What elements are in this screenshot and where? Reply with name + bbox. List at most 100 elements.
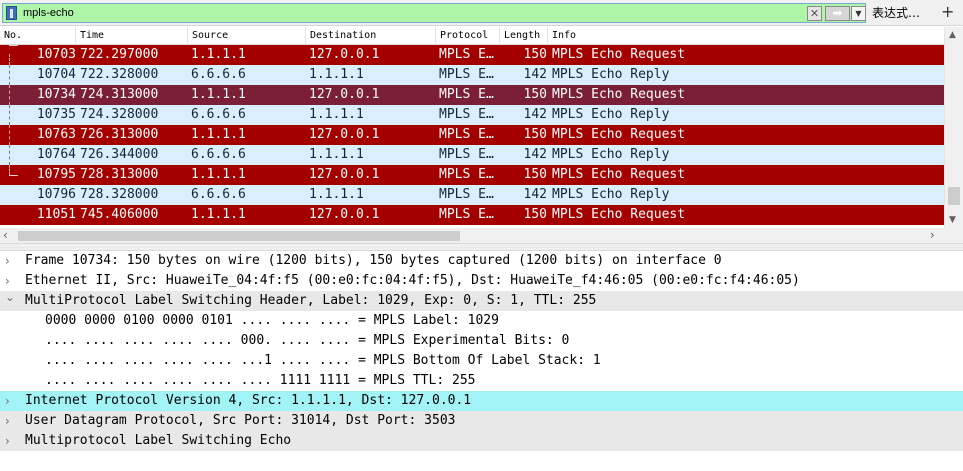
column-header-info[interactable]: Info <box>548 27 944 45</box>
packet-destination: 1.1.1.1 <box>309 187 364 202</box>
packet-list-horizontal-scrollbar[interactable]: ‹ › <box>0 228 944 243</box>
packet-protocol: MPLS E… <box>439 47 494 62</box>
packet-info: MPLS Echo Request <box>552 127 686 142</box>
chevron-down-icon[interactable]: ⌄ <box>5 291 15 311</box>
packet-row[interactable]: 10704 722.328000 6.6.6.6 1.1.1.1 MPLS E… 142 M… <box>0 65 944 85</box>
splitter-grip <box>0 247 963 248</box>
detail-protocol-row[interactable]: › Ethernet II, Src: HuaweiTe_04:4f:f5 (00… <box>0 271 963 291</box>
detail-field-row[interactable]: .... .... .... .... .... .... 1111 1111 … <box>0 371 963 391</box>
horizontal-scroll-thumb[interactable] <box>18 231 460 241</box>
packet-destination: 127.0.0.1 <box>309 87 380 102</box>
packet-source: 1.1.1.1 <box>191 207 246 222</box>
packet-destination: 127.0.0.1 <box>309 167 380 182</box>
packet-row[interactable]: 10795 728.313000 1.1.1.1 127.0.0.1 MPLS E… 15… <box>0 165 944 185</box>
display-filter-box: ✕ ➡ ▼ <box>2 3 866 23</box>
scroll-up-icon[interactable]: ▲ <box>949 30 956 40</box>
scroll-right-icon[interactable]: › <box>930 228 935 242</box>
conversation-tree-line <box>9 85 10 105</box>
packet-number: 10795 <box>36 167 76 182</box>
packet-source: 1.1.1.1 <box>191 87 246 102</box>
detail-protocol-row[interactable]: › Internet Protocol Version 4, Src: 1.1.1… <box>0 391 963 411</box>
packet-source: 6.6.6.6 <box>191 107 246 122</box>
detail-text: .... .... .... .... .... .... 1111 1111 … <box>45 373 476 388</box>
chevron-right-icon[interactable]: › <box>5 391 10 411</box>
expression-button[interactable]: 表达式… <box>872 4 920 21</box>
recent-filters-dropdown[interactable]: ▼ <box>851 6 866 21</box>
packet-row[interactable]: 10764 726.344000 6.6.6.6 1.1.1.1 MPLS E… 142 M… <box>0 145 944 165</box>
add-filter-button[interactable]: + <box>941 2 954 21</box>
packet-destination: 1.1.1.1 <box>309 67 364 82</box>
column-header-no[interactable]: No. <box>0 27 76 45</box>
detail-field-row[interactable]: .... .... .... .... .... ...1 .... .... … <box>0 351 963 371</box>
chevron-right-icon[interactable]: › <box>5 251 10 271</box>
detail-protocol-row[interactable]: ⌄ MultiProtocol Label Switching Header, L… <box>0 291 963 311</box>
vertical-scroll-thumb[interactable] <box>948 187 960 205</box>
apply-filter-button[interactable]: ➡ <box>825 6 850 21</box>
packet-source: 1.1.1.1 <box>191 127 246 142</box>
packet-protocol: MPLS E… <box>439 147 494 162</box>
packet-time: 724.328000 <box>80 107 159 122</box>
detail-protocol-row[interactable]: › Multiprotocol Label Switching Echo <box>0 431 963 451</box>
scroll-left-icon[interactable]: ‹ <box>3 228 8 242</box>
packet-source: 1.1.1.1 <box>191 167 246 182</box>
chevron-right-icon[interactable]: › <box>5 271 10 291</box>
detail-protocol-row[interactable]: › User Datagram Protocol, Src Port: 31014… <box>0 411 963 431</box>
packet-length: 150 <box>523 127 547 142</box>
packet-length: 142 <box>523 187 547 202</box>
detail-protocol-row[interactable]: › Frame 10734: 150 bytes on wire (1200 bi… <box>0 251 963 271</box>
column-header-length[interactable]: Length <box>500 27 548 45</box>
column-header-time[interactable]: Time <box>76 27 188 45</box>
packet-number: 10704 <box>36 67 76 82</box>
packet-length: 142 <box>523 147 547 162</box>
packet-details-tree: › Frame 10734: 150 bytes on wire (1200 bi… <box>0 251 963 471</box>
packet-time: 745.406000 <box>80 207 159 222</box>
scroll-down-icon[interactable]: ▼ <box>949 215 956 225</box>
clear-filter-button[interactable]: ✕ <box>807 6 822 21</box>
packet-info: MPLS Echo Reply <box>552 107 670 122</box>
packet-list-vertical-scrollbar[interactable]: ▲ ▼ <box>944 27 963 228</box>
packet-row[interactable]: 10763 726.313000 1.1.1.1 127.0.0.1 MPLS E… 15… <box>0 125 944 145</box>
packet-time: 724.313000 <box>80 87 159 102</box>
display-filter-input[interactable] <box>23 5 783 21</box>
packet-number: 11051 <box>36 207 76 222</box>
packet-length: 142 <box>523 107 547 122</box>
packet-source: 6.6.6.6 <box>191 67 246 82</box>
packet-time: 726.344000 <box>80 147 159 162</box>
packet-number: 10734 <box>36 87 76 102</box>
column-header-source[interactable]: Source <box>188 27 306 45</box>
packet-protocol: MPLS E… <box>439 67 494 82</box>
packet-rows: 10703 722.297000 1.1.1.1 127.0.0.1 MPLS E… 15… <box>0 45 944 225</box>
column-header-destination[interactable]: Destination <box>306 27 436 45</box>
packet-protocol: MPLS E… <box>439 107 494 122</box>
detail-text: MultiProtocol Label Switching Header, La… <box>25 293 597 308</box>
packet-info: MPLS Echo Reply <box>552 147 670 162</box>
chevron-right-icon[interactable]: › <box>5 411 10 431</box>
packet-row[interactable]: 10703 722.297000 1.1.1.1 127.0.0.1 MPLS E… 15… <box>0 45 944 65</box>
packet-info: MPLS Echo Request <box>552 47 686 62</box>
detail-field-row[interactable]: 0000 0000 0100 0000 0101 .... .... .... … <box>0 311 963 331</box>
packet-number: 10703 <box>36 47 76 62</box>
packet-row[interactable]: 11051 745.406000 1.1.1.1 127.0.0.1 MPLS E… 15… <box>0 205 944 225</box>
conversation-tree-line <box>9 105 10 125</box>
detail-text: Internet Protocol Version 4, Src: 1.1.1.… <box>25 393 472 408</box>
display-filter-toolbar: ✕ ➡ ▼ 表达式… + <box>0 0 963 26</box>
packet-row[interactable]: 10735 724.328000 6.6.6.6 1.1.1.1 MPLS E… 142 M… <box>0 105 944 125</box>
conversation-tree-corner <box>9 45 18 65</box>
detail-text: User Datagram Protocol, Src Port: 31014,… <box>25 413 456 428</box>
packet-protocol: MPLS E… <box>439 207 494 222</box>
packet-list: No. Time Source Destination Protocol Len… <box>0 27 963 243</box>
column-header-protocol[interactable]: Protocol <box>436 27 500 45</box>
chevron-right-icon[interactable]: › <box>5 431 10 451</box>
packet-row[interactable]: 10734 724.313000 1.1.1.1 127.0.0.1 MPLS E… 15… <box>0 85 944 105</box>
packet-source: 6.6.6.6 <box>191 147 246 162</box>
detail-field-row[interactable]: .... .... .... .... .... 000. .... .... … <box>0 331 963 351</box>
packet-protocol: MPLS E… <box>439 167 494 182</box>
packet-length: 150 <box>523 87 547 102</box>
packet-number: 10764 <box>36 147 76 162</box>
pane-splitter[interactable] <box>0 243 963 251</box>
conversation-tree-line <box>9 125 10 145</box>
filter-bookmark-icon[interactable] <box>6 6 17 20</box>
packet-source: 6.6.6.6 <box>191 187 246 202</box>
conversation-tree-line <box>9 65 10 85</box>
packet-row[interactable]: 10796 728.328000 6.6.6.6 1.1.1.1 MPLS E… 142 M… <box>0 185 944 205</box>
